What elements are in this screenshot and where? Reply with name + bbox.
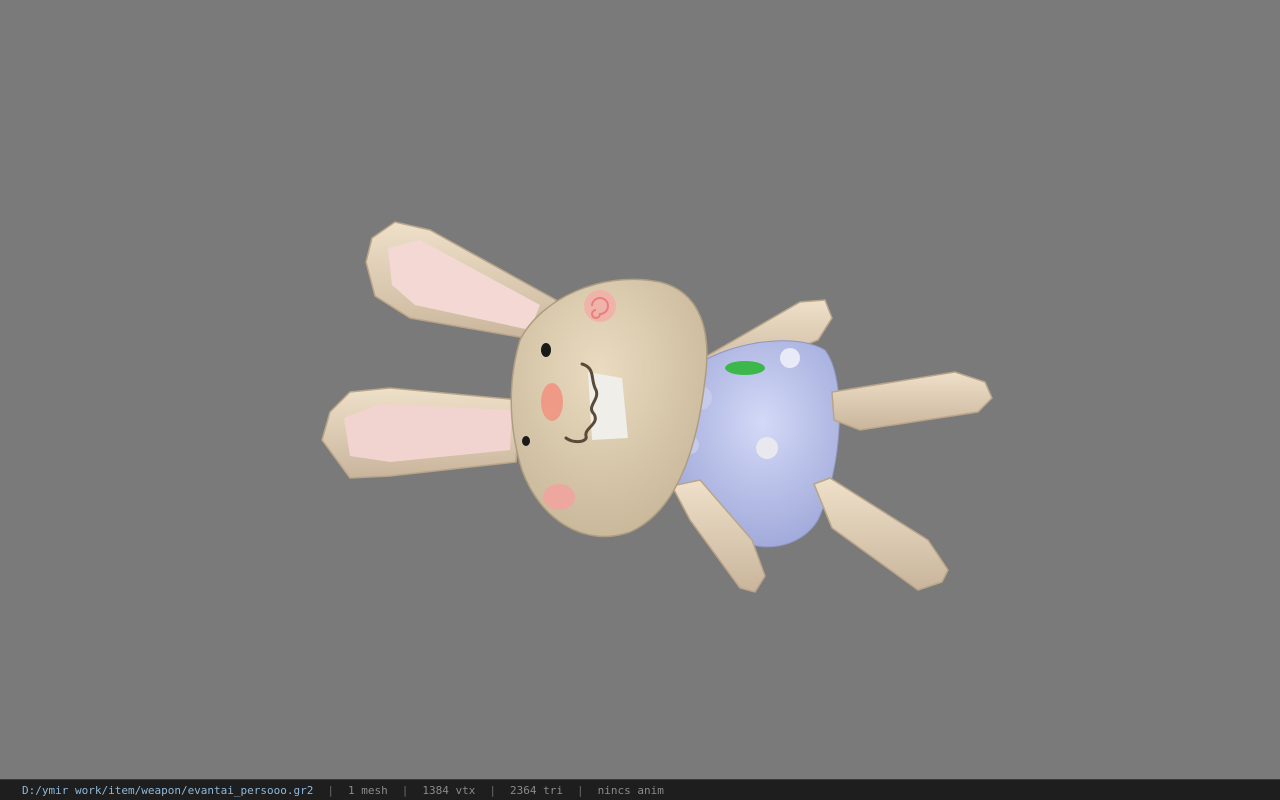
upper-ear xyxy=(365,221,557,343)
lower-ear xyxy=(321,387,521,479)
bunny-fan-model-icon[interactable] xyxy=(0,0,1280,779)
file-path: D:/ymir work/item/weapon/evantai_persooo… xyxy=(22,783,314,797)
vertex-count: 1384 vtx xyxy=(422,783,476,797)
triangle-count: 2364 tri xyxy=(510,783,563,797)
animation-status: nincs anim xyxy=(597,783,664,797)
status-bar: D:/ymir work/item/weapon/evantai_persooo… xyxy=(0,779,1280,800)
separator: | xyxy=(401,783,409,797)
3d-viewport[interactable] xyxy=(0,0,1280,779)
right-arm xyxy=(831,371,993,431)
separator: | xyxy=(577,783,584,797)
lower-leg-right xyxy=(813,477,949,591)
mesh-count: 1 mesh xyxy=(348,783,388,797)
separator: | xyxy=(327,783,335,797)
separator: | xyxy=(489,783,497,797)
